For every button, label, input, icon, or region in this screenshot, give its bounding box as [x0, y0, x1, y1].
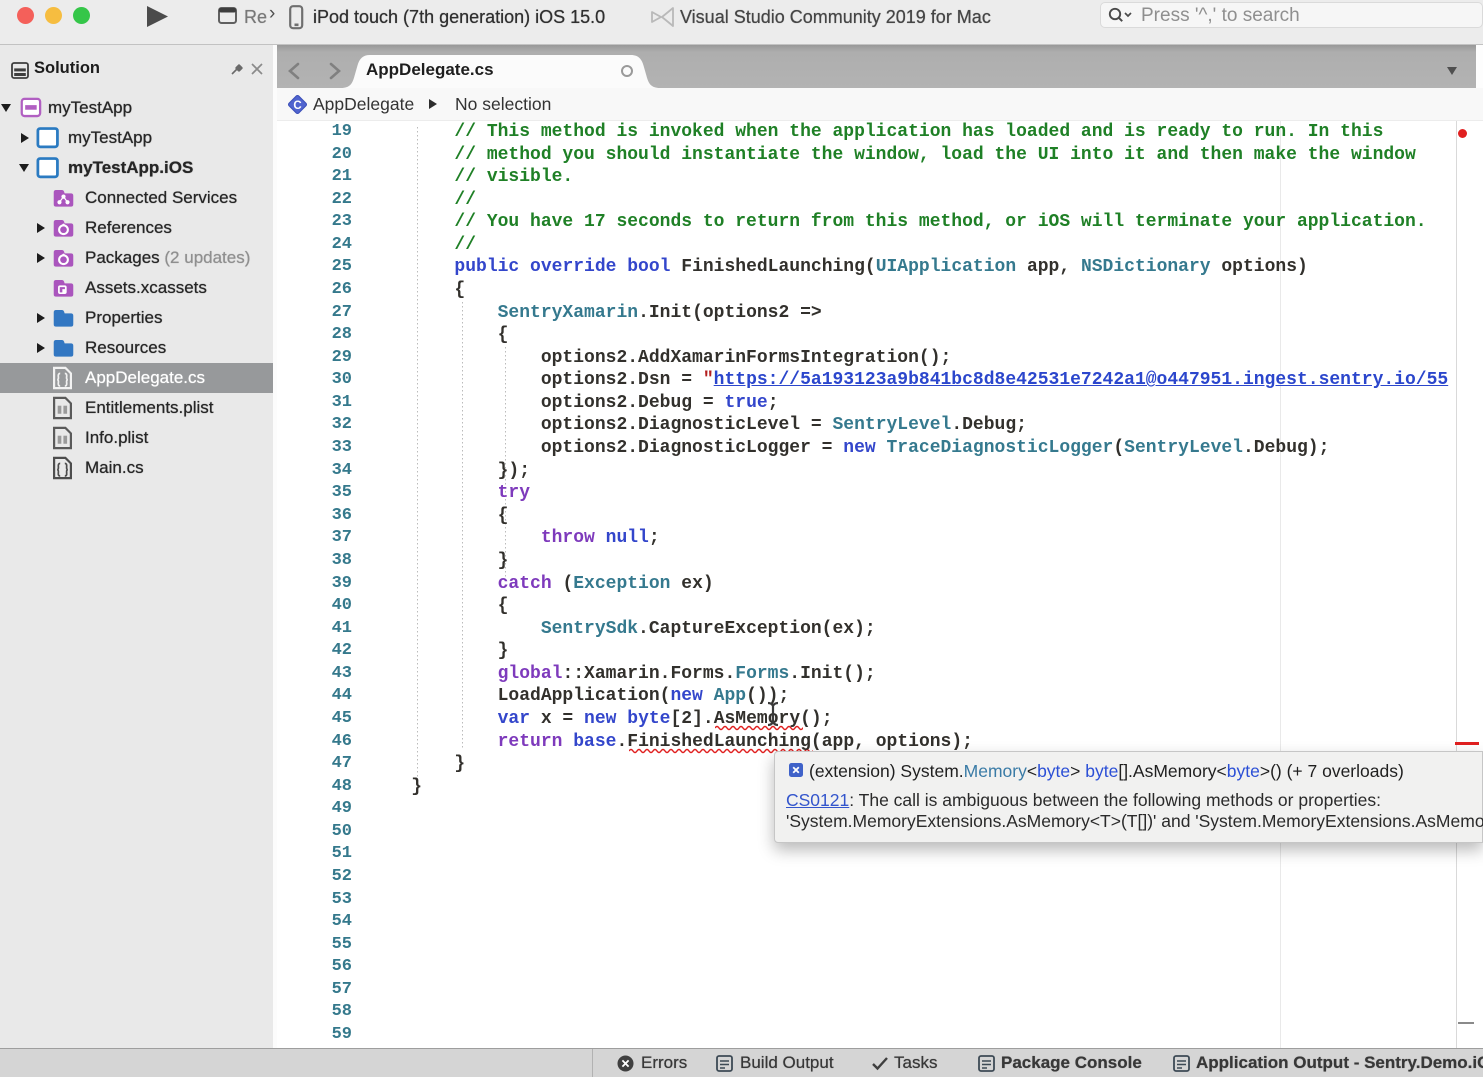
svg-text:C: C: [293, 100, 301, 112]
